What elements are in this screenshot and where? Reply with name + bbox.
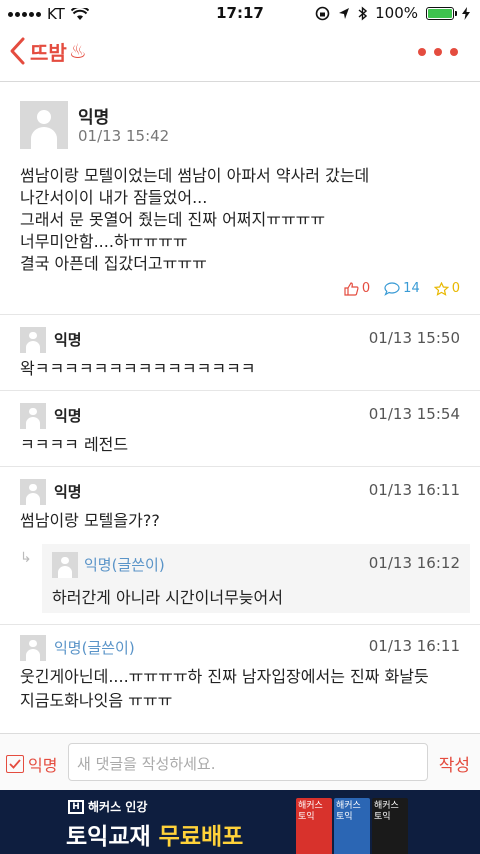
post: 익명 01/13 15:42 썸남이랑 모텔이었는데 썸남이 아파서 약사러 갔… <box>0 83 480 315</box>
comment: 익명 01/13 15:54 ㅋㅋㅋㅋ 레전드 <box>0 392 480 467</box>
checkbox[interactable] <box>6 755 24 773</box>
comment-text: 지금도화나잇음 ㅠㅠㅠ <box>20 691 173 710</box>
avatar <box>20 479 46 505</box>
thumbs-up-icon <box>344 281 359 296</box>
reply-date: 01/13 16:12 <box>368 554 460 572</box>
avatar <box>20 635 46 661</box>
dot-icon <box>450 48 458 56</box>
reply-arrow-icon: ↳ <box>20 550 32 566</box>
scrap-count[interactable]: 0 <box>433 281 460 296</box>
comment-author: 익명 <box>54 483 82 501</box>
reply-text: 하러간게 아니라 시간이너무늦어서 <box>52 588 283 607</box>
ad-book: 해커스 토익 <box>296 798 332 854</box>
post-line: 너무미안함....하ㅠㅠㅠㅠ <box>20 232 188 251</box>
avatar <box>20 327 46 353</box>
comment: 익명 01/13 15:50 왁ㅋㅋㅋㅋㅋㅋㅋㅋㅋㅋㅋㅋㅋㅋㅋ <box>0 316 480 391</box>
comment-date: 01/13 16:11 <box>368 481 460 499</box>
comment-text: ㅋㅋㅋㅋ 레전드 <box>20 435 129 454</box>
ad-book: 해커스 토익 <box>372 798 408 854</box>
star-icon <box>433 281 449 296</box>
location-icon <box>339 7 350 19</box>
anonymous-toggle[interactable]: 익명 <box>6 752 57 776</box>
ad-brand: H 해커스 인강 <box>68 798 147 815</box>
status-bar: KT 17:17 100% <box>0 0 480 28</box>
check-icon <box>9 759 21 769</box>
avatar <box>52 552 78 578</box>
comment-date: 01/13 15:50 <box>368 329 460 347</box>
post-line: 썸남이랑 모텔이었는데 썸남이 아파서 약사러 갔는데 <box>20 166 370 185</box>
comment-author: 익명 <box>54 407 82 425</box>
ad-banner[interactable]: H 해커스 인강 토익교재 무료배포 해커스 토익 해커스 토익 해커스 토익 <box>0 790 480 854</box>
hackers-logo-icon: H <box>68 799 84 814</box>
reply-author: 익명(글쓴이) <box>84 556 165 574</box>
comment-text: 웃긴게아닌데....ㅠㅠㅠㅠ하 진짜 남자입장에서는 진짜 화날듯 <box>20 667 429 686</box>
comment-count: 14 <box>384 281 420 296</box>
comment-author: 익명 <box>54 331 82 349</box>
comment-date: 01/13 15:54 <box>368 405 460 423</box>
charging-icon <box>462 6 470 20</box>
comment-input[interactable]: 새 댓글을 작성하세요. <box>68 743 428 781</box>
comment-author: 익명(글쓴이) <box>54 639 135 657</box>
post-stats: 0 14 0 <box>344 281 460 296</box>
comment-text: 왁ㅋㅋㅋㅋㅋㅋㅋㅋㅋㅋㅋㅋㅋㅋㅋ <box>20 359 256 378</box>
post-line: 나간서이이 내가 잠들었어... <box>20 188 208 207</box>
dot-icon <box>418 48 426 56</box>
comment-text: 썸남이랑 모텔을가?? <box>20 511 160 530</box>
bluetooth-icon <box>358 5 368 21</box>
post-author: 익명 <box>78 108 110 128</box>
submit-button[interactable]: 작성 <box>439 751 470 776</box>
rotation-lock-icon <box>315 6 330 20</box>
comment-composer: 익명 새 댓글을 작성하세요. 작성 <box>0 733 480 790</box>
avatar <box>20 101 68 149</box>
battery-percent: 100% <box>375 4 418 22</box>
dot-icon <box>434 48 442 56</box>
battery-icon <box>426 6 457 20</box>
post-body: 썸남이랑 모텔이었는데 썸남이 아파서 약사러 갔는데 나간서이이 내가 잠들었… <box>20 165 460 275</box>
anonymous-label: 익명 <box>28 756 58 775</box>
comment: 익명(글쓴이) 01/13 16:11 웃긴게아닌데....ㅠㅠㅠㅠ하 진짜 남… <box>0 626 480 732</box>
comment-date: 01/13 16:11 <box>368 637 460 655</box>
ad-book: 해커스 토익 <box>334 798 370 854</box>
chevron-left-icon <box>10 37 25 65</box>
post-line: 결국 아픈데 집갔더고ㅠㅠㅠ <box>20 254 207 273</box>
like-count[interactable]: 0 <box>344 281 370 296</box>
more-options-button[interactable] <box>418 48 458 56</box>
avatar <box>20 403 46 429</box>
post-line: 그래서 문 못열어 줬는데 진짜 어쩌지ㅠㅠㅠㅠ <box>20 210 326 229</box>
speech-bubble-icon <box>384 281 400 296</box>
reply: 익명(글쓴이) 01/13 16:12 하러간게 아니라 시간이너무늦어서 <box>42 544 470 613</box>
hot-spring-icon: ♨ <box>68 39 87 63</box>
board-name: 뜨밤 <box>30 40 67 65</box>
nav-bar: 뜨밤 ♨ <box>0 28 480 82</box>
back-button[interactable]: 뜨밤 ♨ <box>8 36 87 66</box>
ad-headline: 토익교재 무료배포 <box>66 824 244 850</box>
post-date: 01/13 15:42 <box>78 127 170 145</box>
